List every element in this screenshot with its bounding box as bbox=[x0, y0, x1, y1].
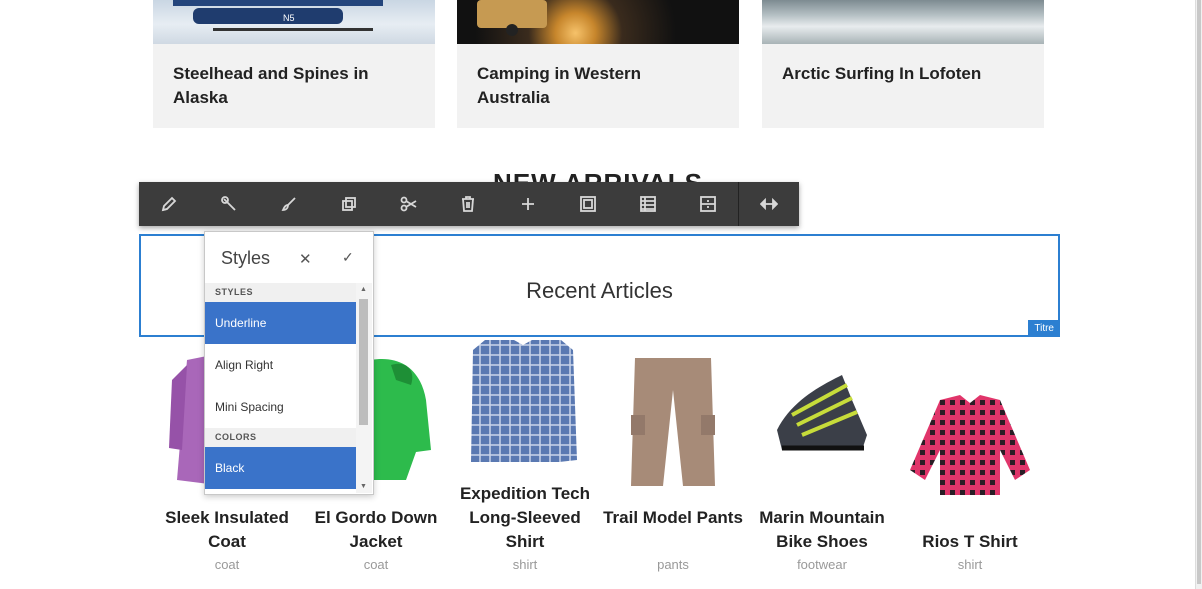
scissors-icon bbox=[400, 196, 417, 212]
group-label-colors: COLORS bbox=[205, 428, 356, 447]
article-image: N5 bbox=[153, 0, 435, 44]
styles-popover: Styles ✕ ✓ STYLES Underline Align Right … bbox=[204, 231, 374, 495]
group-icon bbox=[580, 196, 597, 212]
product-category: shirt bbox=[512, 557, 538, 572]
product-name[interactable]: Trail Model Pants bbox=[603, 506, 743, 530]
resize-button[interactable] bbox=[739, 182, 799, 226]
article-image bbox=[457, 0, 739, 44]
resize-horizontal-icon bbox=[760, 197, 779, 211]
article-image bbox=[762, 0, 1044, 44]
page-scrollbar[interactable] bbox=[1195, 0, 1202, 589]
style-option-black[interactable]: Black bbox=[205, 447, 356, 489]
article-card[interactable]: Arctic Surfing In Lofoten bbox=[762, 0, 1044, 128]
popover-scrollbar[interactable]: ▲ ▼ bbox=[356, 283, 372, 493]
insert-button[interactable] bbox=[498, 182, 558, 226]
svg-text:N5: N5 bbox=[283, 13, 295, 23]
car-graphic bbox=[477, 0, 547, 36]
styles-button[interactable] bbox=[259, 182, 319, 226]
article-card[interactable]: N5 Steelhead and Spines in Alaska bbox=[153, 0, 435, 128]
product-name[interactable]: Marin Mountain Bike Shoes bbox=[752, 506, 892, 554]
style-option-align-right[interactable]: Align Right bbox=[205, 344, 356, 386]
cut-button[interactable] bbox=[379, 182, 439, 226]
product-image bbox=[471, 340, 577, 462]
layout-icon bbox=[700, 196, 717, 212]
trash-icon bbox=[462, 196, 475, 212]
group-label-styles: STYLES bbox=[205, 283, 356, 302]
configure-button[interactable] bbox=[199, 182, 259, 226]
product-image bbox=[777, 375, 867, 451]
scroll-thumb[interactable] bbox=[359, 299, 368, 425]
section-heading: NEW ARRIVALS bbox=[0, 168, 1196, 182]
popover-title: Styles bbox=[221, 248, 271, 268]
product-category: pants bbox=[657, 557, 689, 572]
component-tag: Titre bbox=[1028, 320, 1060, 337]
article-title[interactable]: Arctic Surfing In Lofoten bbox=[782, 62, 1022, 86]
copy-icon bbox=[341, 197, 356, 211]
scroll-down-arrow-icon[interactable]: ▼ bbox=[360, 483, 367, 490]
product-category: shirt bbox=[957, 557, 983, 572]
delete-button[interactable] bbox=[439, 182, 499, 226]
article-title[interactable]: Steelhead and Spines in Alaska bbox=[173, 62, 413, 110]
plane-graphic: N5 bbox=[173, 0, 383, 31]
product-category: coat bbox=[363, 557, 389, 572]
article-card[interactable]: Camping in Western Australia bbox=[457, 0, 739, 128]
checkmark-icon[interactable]: ✓ bbox=[342, 249, 354, 266]
article-title[interactable]: Camping in Western Australia bbox=[477, 62, 717, 110]
page-scroll-thumb[interactable] bbox=[1197, 0, 1201, 584]
style-option-mini-spacing[interactable]: Mini Spacing bbox=[205, 386, 356, 428]
styles-list: STYLES Underline Align Right Mini Spacin… bbox=[205, 283, 356, 493]
plus-icon bbox=[522, 198, 535, 210]
scroll-up-arrow-icon[interactable]: ▲ bbox=[360, 286, 367, 293]
paintbrush-icon bbox=[281, 197, 296, 211]
product-name[interactable]: El Gordo Down Jacket bbox=[306, 506, 446, 554]
product-category: coat bbox=[214, 557, 240, 572]
popover-header: Styles ✕ ✓ bbox=[205, 232, 373, 282]
product-name[interactable]: Sleek Insulated Coat bbox=[157, 506, 297, 554]
table-icon bbox=[640, 196, 657, 212]
pencil-icon bbox=[161, 196, 177, 212]
editing-toolbar bbox=[139, 182, 799, 226]
group-button[interactable] bbox=[558, 182, 618, 226]
product-name[interactable]: Expedition Tech Long-Sleeved Shirt bbox=[455, 482, 595, 554]
layout-button[interactable] bbox=[678, 182, 738, 226]
product-image bbox=[910, 395, 1030, 495]
product-image bbox=[631, 358, 715, 486]
wrench-icon bbox=[220, 196, 236, 211]
copy-button[interactable] bbox=[319, 182, 379, 226]
close-icon[interactable]: ✕ bbox=[299, 250, 312, 268]
product-name[interactable]: Rios T Shirt bbox=[900, 530, 1040, 554]
table-button[interactable] bbox=[618, 182, 678, 226]
edit-button[interactable] bbox=[139, 182, 199, 226]
style-option-underline[interactable]: Underline bbox=[205, 302, 356, 344]
product-category: footwear bbox=[797, 557, 847, 572]
